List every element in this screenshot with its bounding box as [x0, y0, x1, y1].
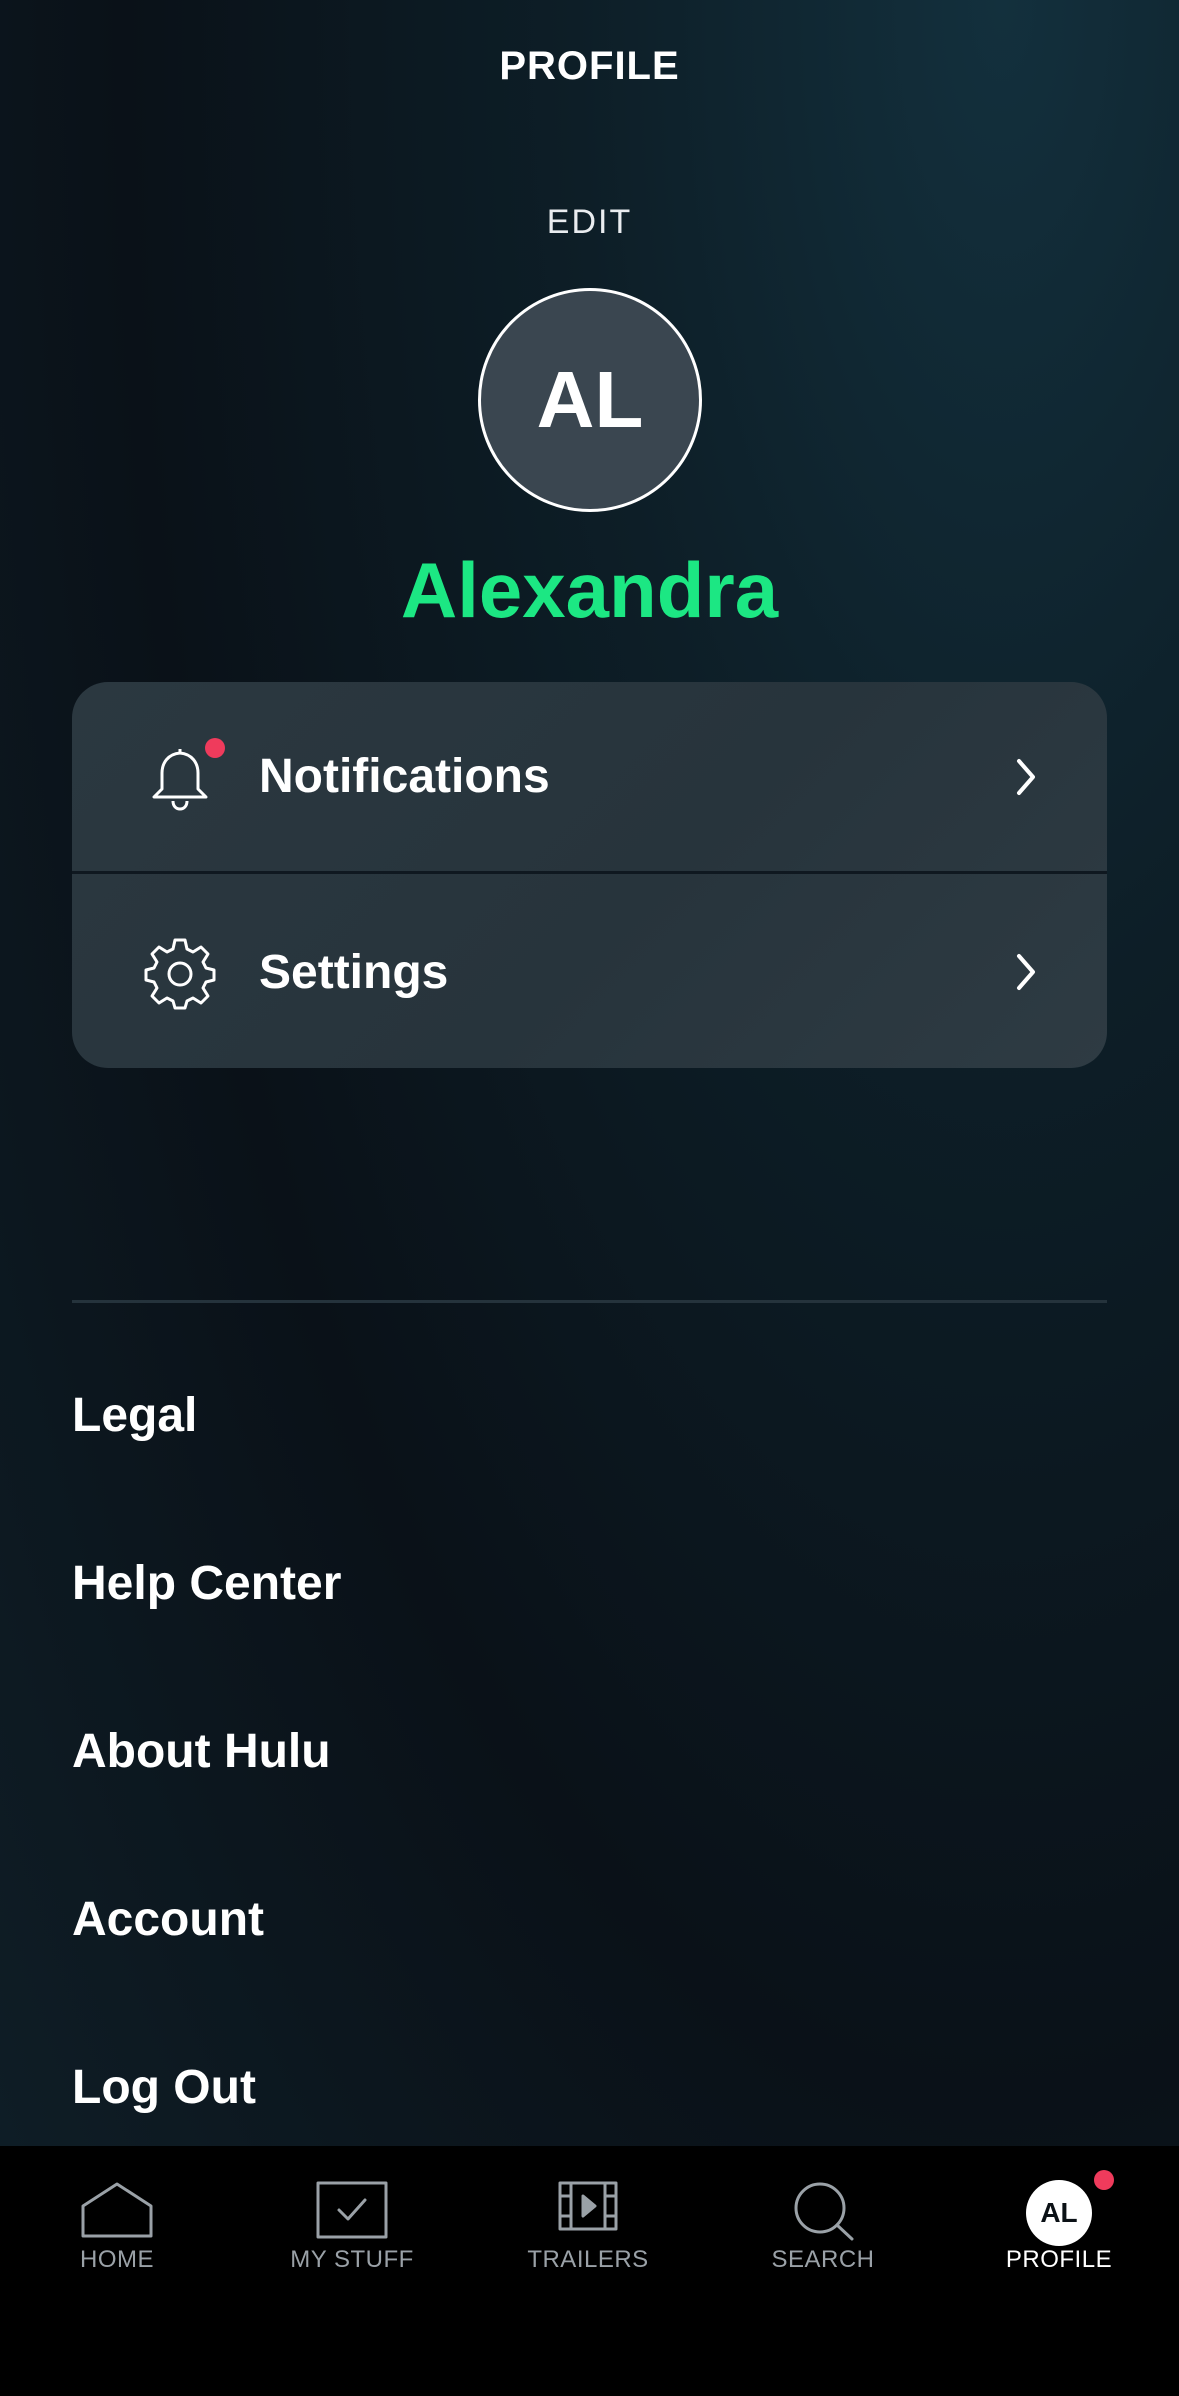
tab-avatar-initials: AL [1040, 2197, 1078, 2228]
profile-name: Alexandra [400, 546, 779, 634]
tab-my-stuff-label: MY STUFF [290, 2246, 414, 2273]
section-divider [72, 1300, 1107, 1303]
tab-search[interactable]: SEARCH [723, 2146, 923, 2296]
tab-search-label: SEARCH [771, 2246, 875, 2273]
legal-link[interactable]: Legal [72, 1388, 197, 1443]
help-center-link[interactable]: Help Center [72, 1556, 341, 1611]
settings-label: Settings [259, 945, 449, 999]
tab-home[interactable]: HOME [17, 2146, 217, 2296]
notifications-label: Notifications [259, 750, 550, 803]
edit-profile-button[interactable]: EDIT [0, 203, 1179, 242]
profile-options-card: Notifications Settings [72, 682, 1107, 1068]
notification-badge [205, 738, 225, 758]
tab-profile-label: PROFILE [1005, 2246, 1113, 2273]
tab-profile[interactable]: AL PROFILE [959, 2146, 1159, 2296]
about-hulu-link[interactable]: About Hulu [72, 1724, 331, 1779]
chevron-right-icon [1017, 758, 1035, 795]
log-out-link[interactable]: Log Out [72, 2060, 256, 2115]
my-stuff-icon [316, 2181, 388, 2239]
tab-my-stuff[interactable]: MY STUFF [252, 2146, 452, 2296]
notifications-row[interactable]: Notifications [72, 682, 1107, 874]
tab-trailers[interactable]: TRAILERS [488, 2146, 688, 2296]
profile-avatar[interactable]: AL [478, 288, 702, 512]
search-icon [794, 2182, 854, 2241]
avatar-icon: AL [1026, 2180, 1092, 2246]
settings-row[interactable]: Settings [72, 876, 1107, 1068]
tab-trailers-label: TRAILERS [527, 2246, 649, 2273]
home-icon [81, 2182, 153, 2238]
avatar-initials: AL [536, 355, 644, 444]
tab-home-label: HOME [80, 2246, 154, 2273]
account-link[interactable]: Account [72, 1892, 264, 1947]
bottom-tab-bar: HOME MY STUFF TRAILERS SEARCH AL PROFILE [0, 2146, 1179, 2396]
gear-icon [144, 938, 216, 1010]
profile-badge [1094, 2170, 1114, 2190]
page-title: PROFILE [499, 44, 680, 88]
film-icon [558, 2181, 618, 2231]
chevron-right-icon [1017, 954, 1035, 990]
